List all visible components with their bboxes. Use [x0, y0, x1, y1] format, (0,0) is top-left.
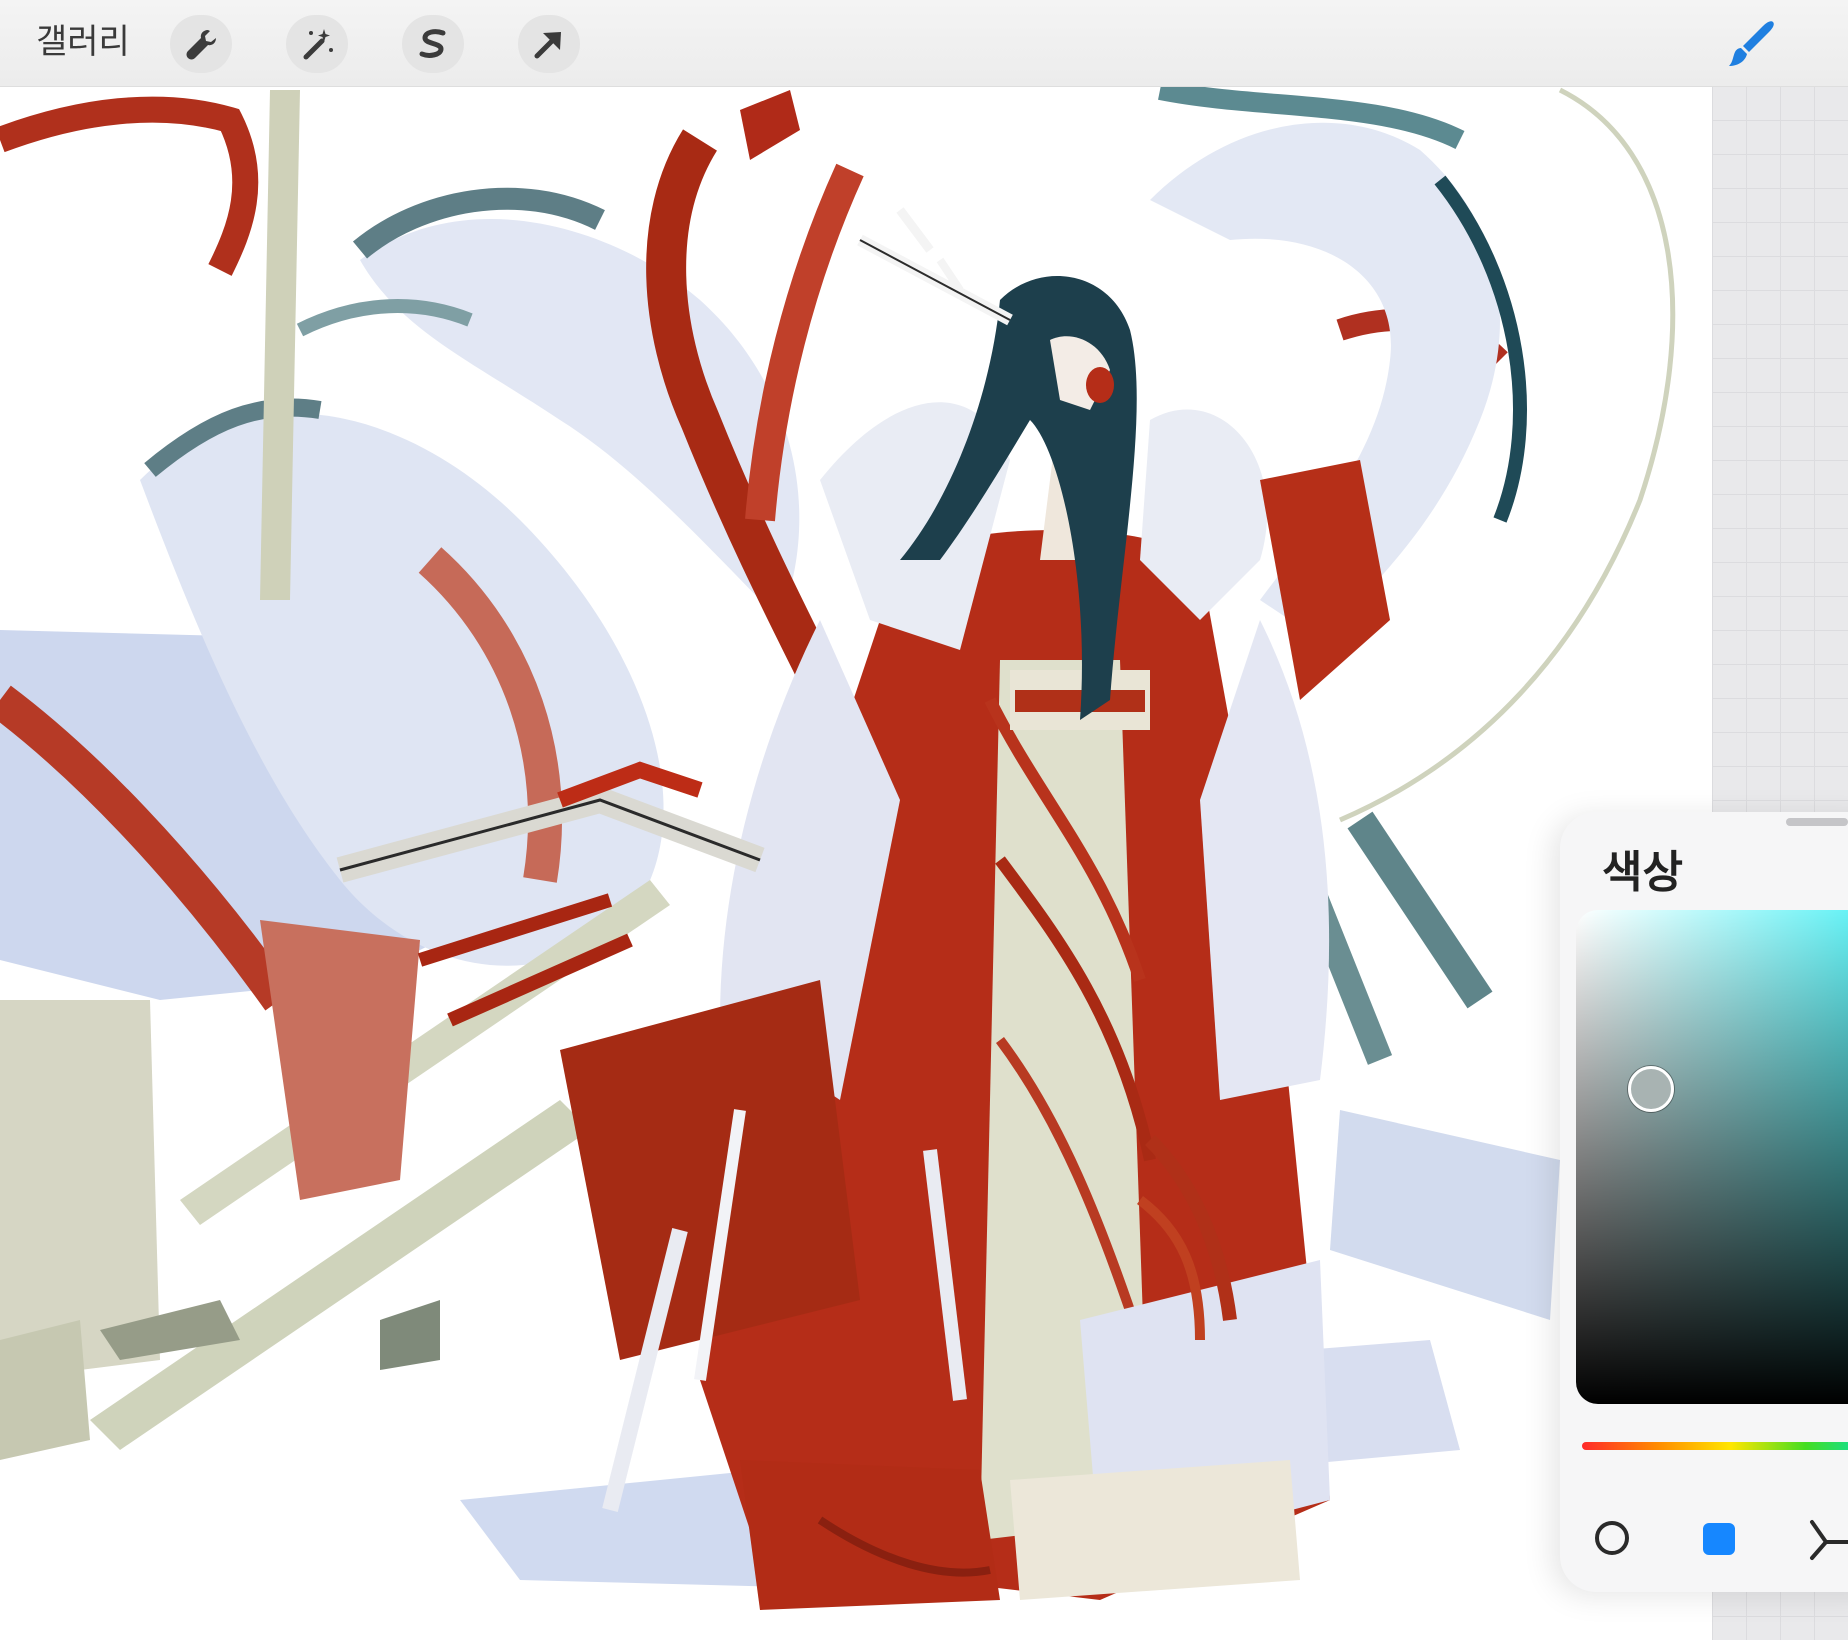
wrench-icon: [186, 30, 216, 60]
panel-grabber[interactable]: [1786, 818, 1848, 826]
disc-mode-icon[interactable]: [1594, 1520, 1630, 1556]
selection-button[interactable]: [402, 15, 464, 73]
color-panel-title: 색상: [1602, 847, 1683, 898]
canvas[interactable]: [0, 86, 1712, 1640]
saturation-brightness-picker[interactable]: [1576, 910, 1848, 1404]
color-picker-knob[interactable]: [1628, 1066, 1674, 1112]
transform-button[interactable]: [518, 15, 580, 73]
adjustments-button[interactable]: [286, 15, 348, 73]
hue-slider[interactable]: [1582, 1442, 1848, 1450]
procreate-app: 갤러리 색상: [0, 0, 1848, 1640]
artwork: [0, 86, 1676, 1610]
color-panel: 색상: [1560, 812, 1848, 1592]
actions-button[interactable]: [170, 15, 232, 73]
classic-mode-icon[interactable]: [1703, 1523, 1735, 1555]
gallery-button[interactable]: 갤러리: [36, 20, 130, 64]
brush-button[interactable]: [1716, 12, 1786, 76]
top-toolbar: 갤러리: [0, 0, 1848, 87]
selection-s-icon: [419, 29, 446, 58]
transform-arrow-icon: [534, 32, 561, 59]
magic-wand-icon: [303, 29, 333, 60]
harmony-mode-icon[interactable]: [1802, 1514, 1848, 1564]
brush-icon: [1729, 21, 1774, 66]
